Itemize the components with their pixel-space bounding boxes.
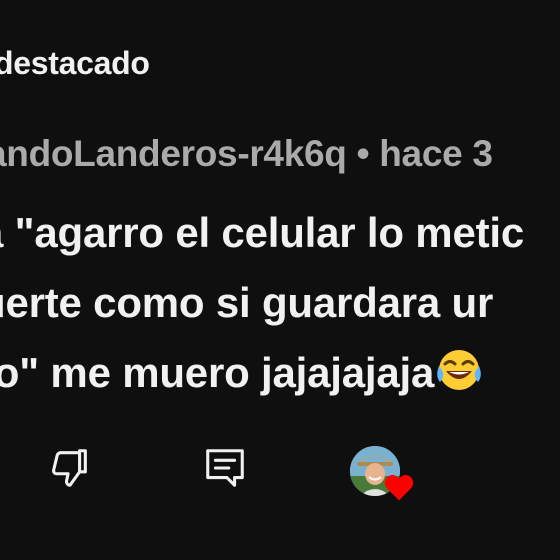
comment-line: uerte como si guardara ur xyxy=(0,279,494,326)
comment-author[interactable]: andoLanderos-r4k6q xyxy=(0,133,347,174)
creator-heart[interactable] xyxy=(350,446,418,504)
comment-text: a "agarro el celular lo metic uerte como… xyxy=(0,198,560,414)
header-label: destacado xyxy=(0,45,150,81)
comment-actions xyxy=(0,440,560,520)
thumbs-down-icon xyxy=(47,445,93,496)
comment-line-last: to" me muero jajajajaja xyxy=(0,338,560,414)
comment-line-text: to" me muero jajajajaja xyxy=(0,349,435,396)
meta-separator: • xyxy=(356,133,370,174)
comment-time[interactable]: hace 3 xyxy=(379,133,493,174)
dislike-button[interactable] xyxy=(42,442,98,498)
reply-button[interactable] xyxy=(197,442,253,498)
heart-icon xyxy=(383,472,415,507)
comment-line: a "agarro el celular lo metic xyxy=(0,209,525,256)
reply-comment-icon xyxy=(202,445,248,496)
comment-meta: andoLanderos-r4k6q • hace 3 xyxy=(0,133,493,175)
laughing-emoji-icon xyxy=(436,344,484,414)
